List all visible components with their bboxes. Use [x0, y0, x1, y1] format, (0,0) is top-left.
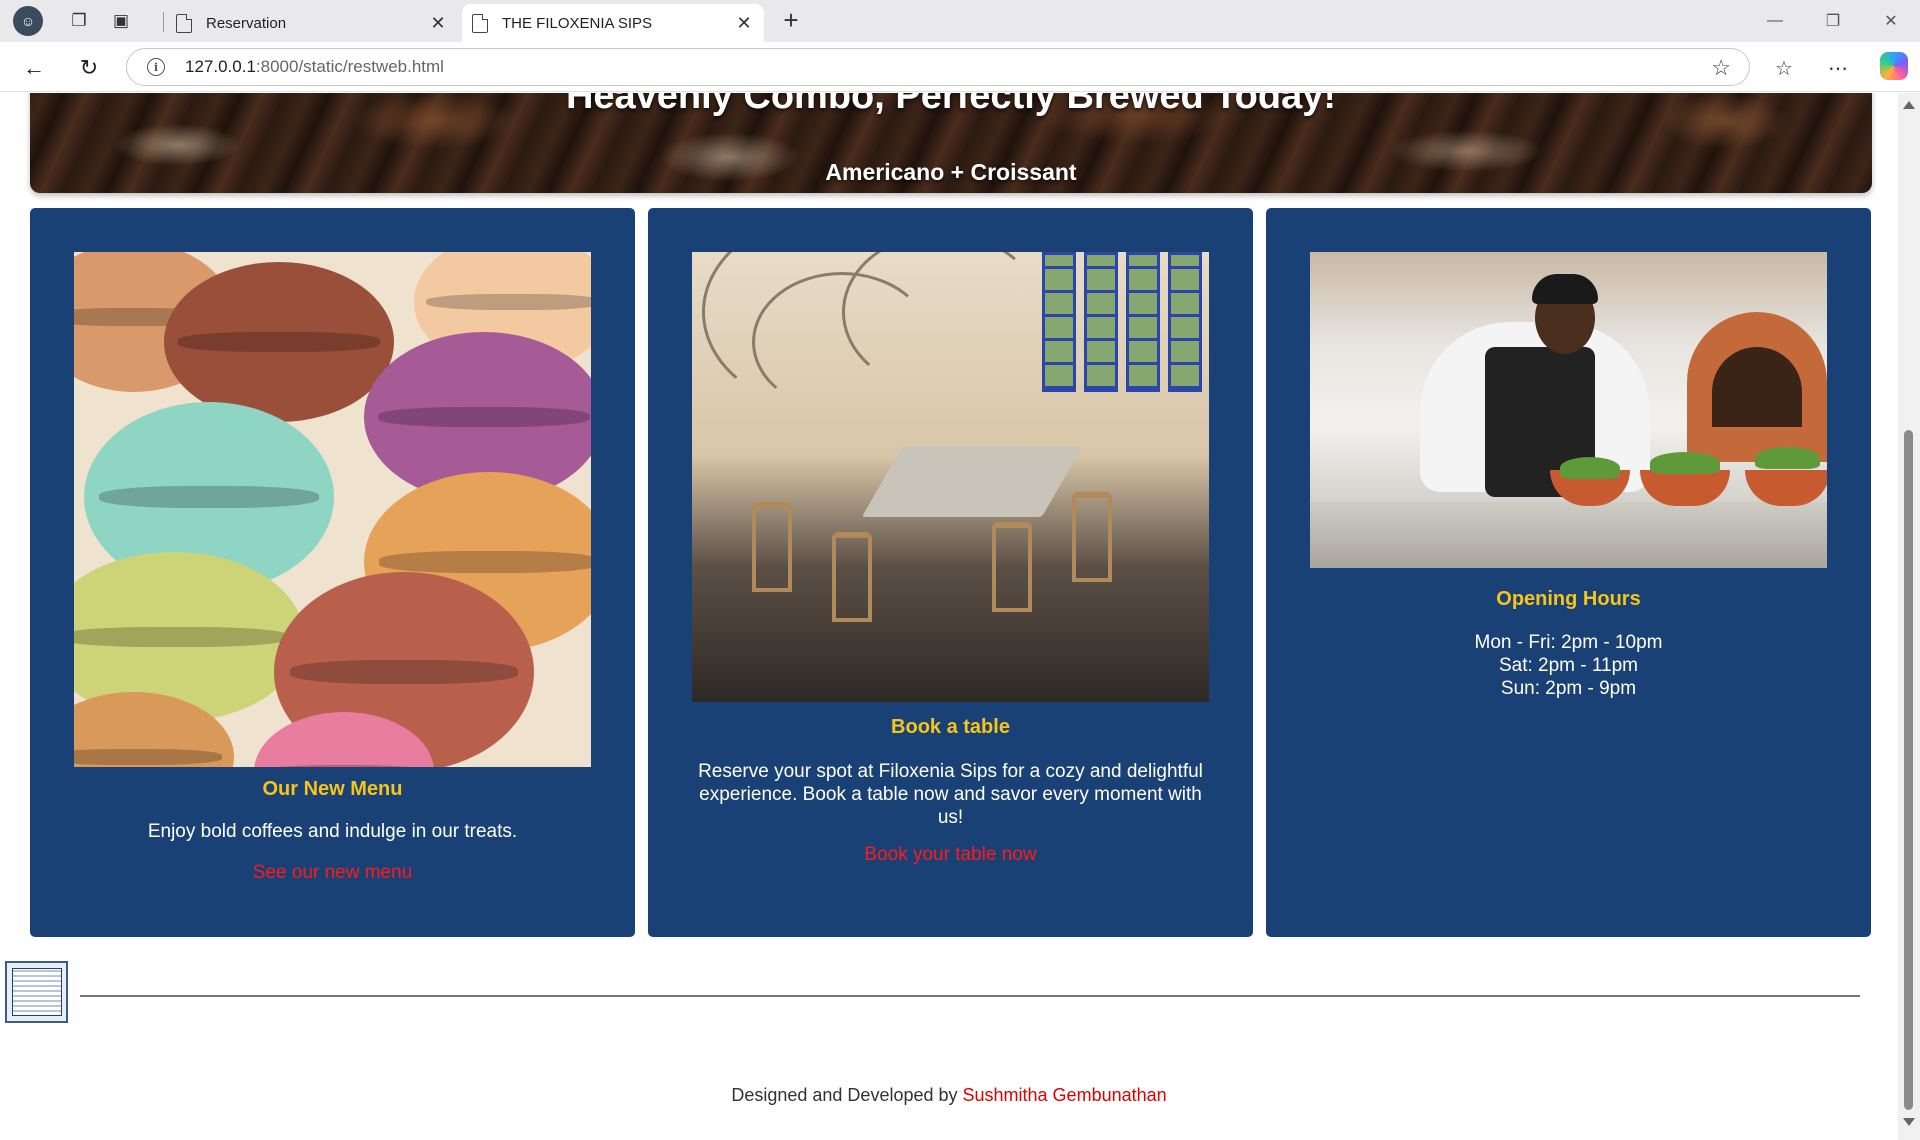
hero-subtitle: Americano + Croissant: [825, 159, 1077, 185]
vertical-tabs-icon[interactable]: ▣: [107, 7, 135, 35]
footer-credit: Designed and Developed by Sushmitha Gemb…: [0, 1085, 1898, 1106]
footer-prefix: Designed and Developed by: [731, 1085, 963, 1105]
page-icon: [472, 13, 488, 33]
card-opening-hours: Opening Hours Mon - Fri: 2pm - 10pm Sat:…: [1266, 208, 1871, 937]
tab-title: Reservation: [206, 14, 287, 32]
close-tab-icon[interactable]: ✕: [732, 13, 756, 34]
address-bar-row: ← ↻ i 127.0.0.1:8000/static/restweb.html…: [0, 42, 1920, 92]
url-field[interactable]: i 127.0.0.1:8000/static/restweb.html ☆: [126, 48, 1750, 86]
footer-author[interactable]: Sushmitha Gembunathan: [963, 1085, 1167, 1105]
page-viewport: Heavenly Combo, Perfectly Brewed Today! …: [0, 93, 1898, 1140]
card-new-menu: Our New Menu Enjoy bold coffees and indu…: [30, 208, 635, 937]
more-menu-icon[interactable]: ⋯: [1822, 52, 1854, 84]
reload-icon[interactable]: ↻: [73, 52, 105, 84]
card-book-table: Book a table Reserve your spot at Filoxe…: [648, 208, 1253, 937]
scroll-thumb[interactable]: [1904, 430, 1913, 1110]
tab-filoxenia-sips[interactable]: THE FILOXENIA SIPS ✕: [462, 4, 764, 42]
hours-sunday: Sun: 2pm - 9pm: [1500, 678, 1637, 699]
footer-divider: [80, 995, 1860, 997]
restore-icon[interactable]: ❐: [1804, 0, 1862, 42]
opening-hours-text: Mon - Fri: 2pm - 10pm Sat: 2pm - 11pm Su…: [1316, 631, 1821, 700]
hours-saturday: Sat: 2pm - 11pm: [1498, 655, 1639, 676]
close-window-icon[interactable]: ✕: [1862, 0, 1920, 42]
url-text: 127.0.0.1:8000/static/restweb.html: [185, 57, 444, 76]
filoxenia-logo[interactable]: [5, 961, 68, 1023]
restaurant-interior-photo: [692, 252, 1209, 702]
scroll-up-arrow-icon[interactable]: [1903, 101, 1915, 109]
favorite-star-icon[interactable]: ☆: [1711, 55, 1731, 81]
logo-image: [11, 968, 62, 1016]
back-arrow-icon[interactable]: ←: [18, 52, 50, 84]
see-menu-link[interactable]: See our new menu: [30, 862, 635, 884]
macarons-photo: [74, 252, 591, 767]
card-title: Opening Hours: [1496, 588, 1641, 610]
vertical-scrollbar[interactable]: [1898, 93, 1920, 1140]
favorites-icon[interactable]: ☆: [1768, 52, 1800, 84]
minimize-icon[interactable]: —: [1746, 0, 1804, 42]
tab-divider: [163, 12, 164, 32]
card-text: Reserve your spot at Filoxenia Sips for …: [698, 761, 1203, 828]
new-tab-button[interactable]: +: [776, 6, 806, 36]
profile-avatar-icon[interactable]: ☺: [13, 6, 43, 36]
card-text: Enjoy bold coffees and indulge in our tr…: [147, 821, 518, 842]
hours-weekdays: Mon - Fri: 2pm - 10pm: [1474, 632, 1663, 653]
copilot-icon[interactable]: [1880, 52, 1908, 80]
close-tab-icon[interactable]: ✕: [426, 13, 450, 34]
card-title: Our New Menu: [262, 778, 403, 800]
scroll-down-arrow-icon[interactable]: [1903, 1118, 1915, 1126]
hero-banner: Heavenly Combo, Perfectly Brewed Today! …: [30, 93, 1872, 193]
tab-title: THE FILOXENIA SIPS: [502, 14, 653, 32]
hero-title: Heavenly Combo, Perfectly Brewed Today!: [565, 93, 1337, 117]
page-icon: [176, 13, 192, 33]
site-info-icon[interactable]: i: [147, 58, 165, 76]
book-table-link[interactable]: Book your table now: [648, 844, 1253, 866]
workspaces-icon[interactable]: ❐: [65, 7, 93, 35]
tab-reservation[interactable]: Reservation ✕: [166, 4, 458, 42]
chef-plating-photo: [1310, 252, 1827, 568]
card-title: Book a table: [891, 716, 1010, 738]
